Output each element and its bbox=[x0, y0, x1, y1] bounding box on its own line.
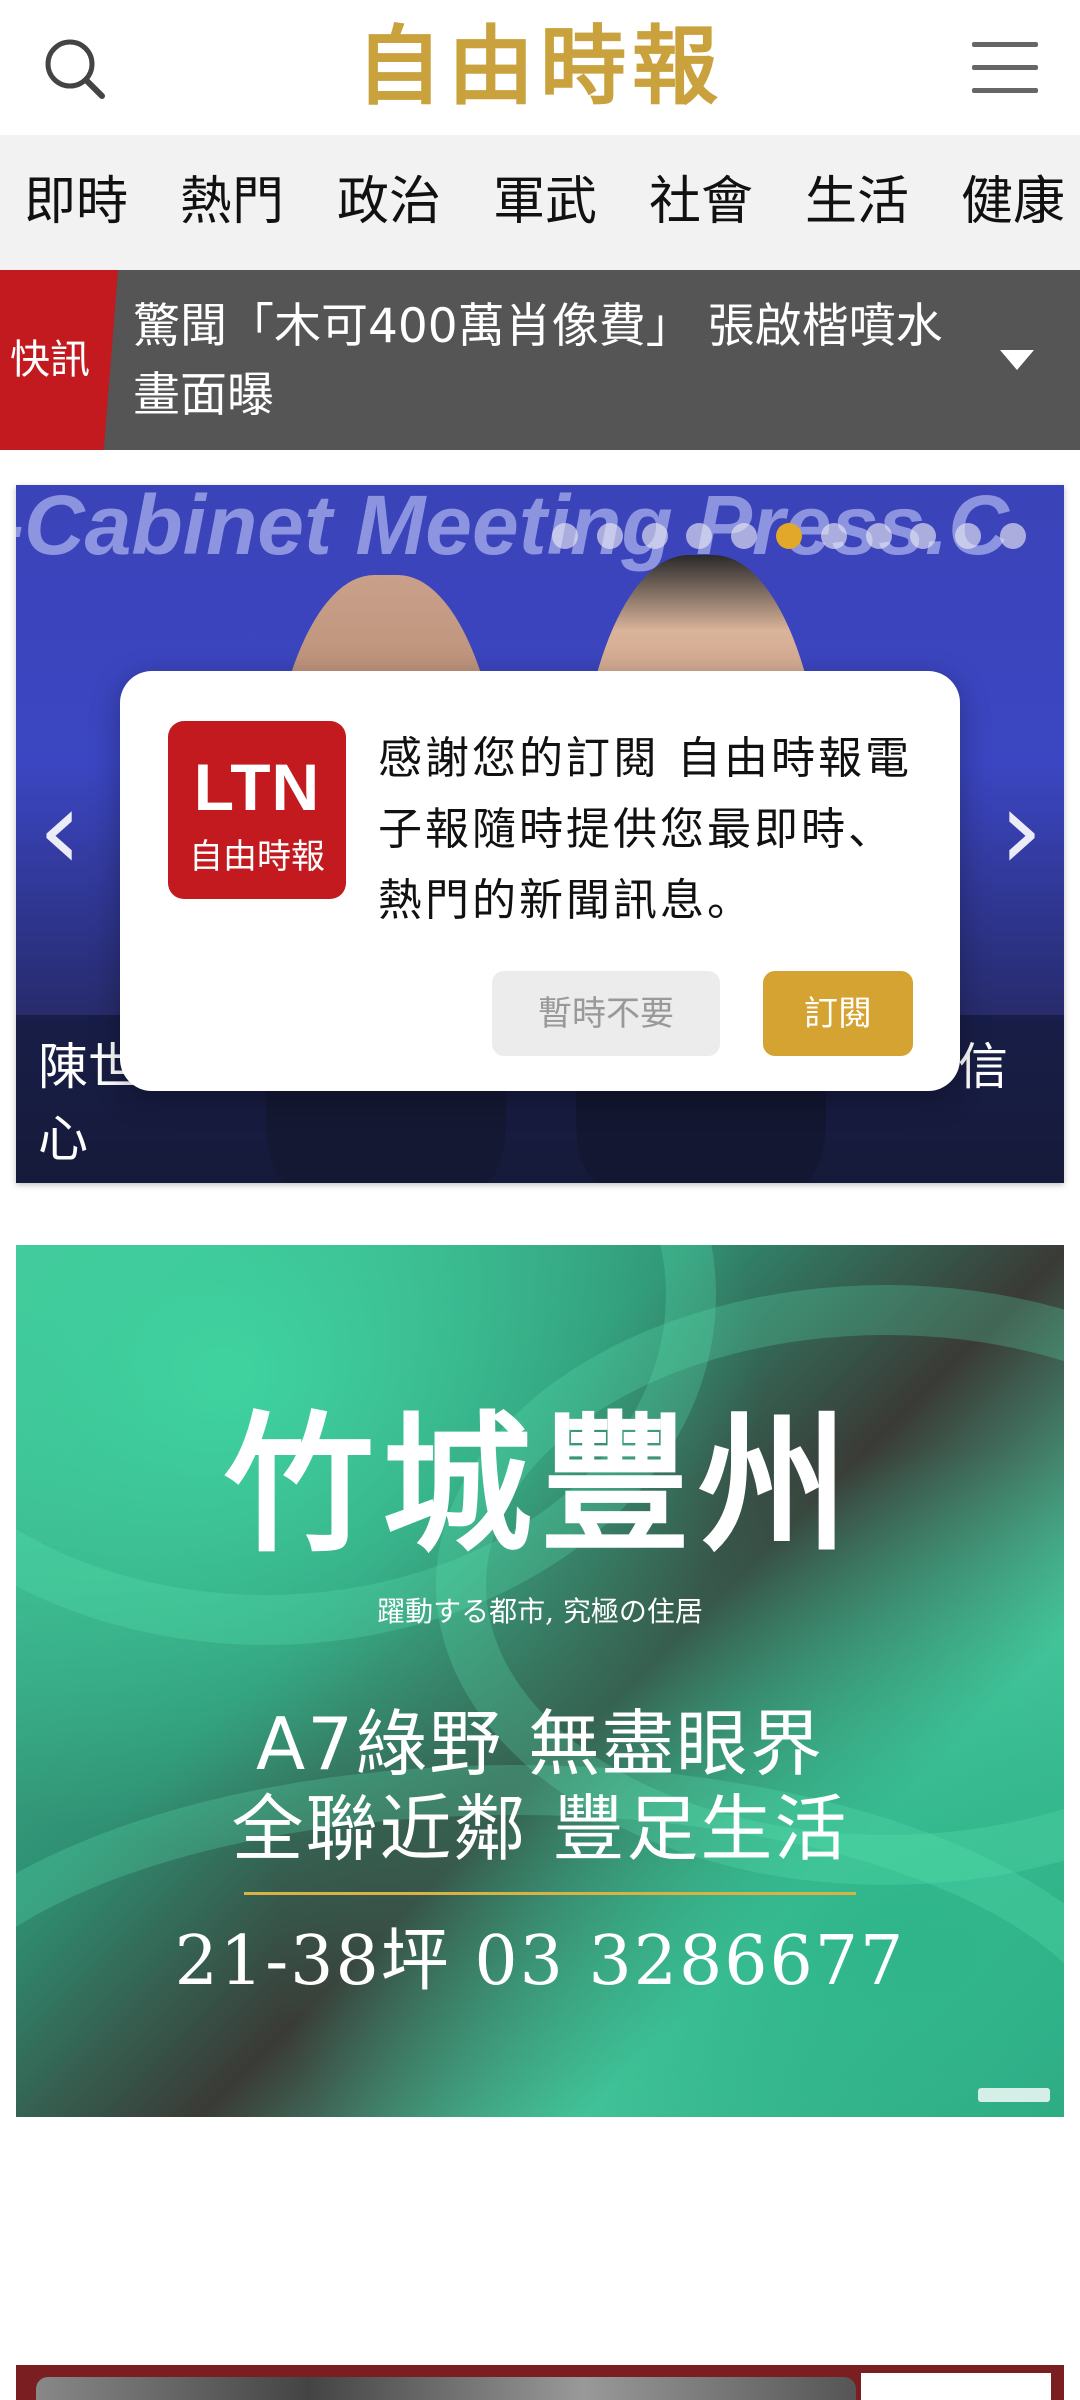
category-tab-society[interactable]: 社會 bbox=[649, 135, 753, 270]
category-nav: 即時 熱門 政治 軍武 社會 生活 健康 bbox=[0, 135, 1080, 270]
carousel-dot[interactable] bbox=[596, 523, 623, 549]
ad-line-3: 21-38坪 03 3286677 bbox=[174, 1922, 906, 2001]
ad-brand-mark bbox=[978, 2088, 1050, 2102]
ad-title: 竹城豐州 bbox=[223, 1397, 856, 1573]
hamburger-menu-icon[interactable] bbox=[972, 38, 1038, 98]
logo-name-text: 自由時報 bbox=[189, 837, 325, 877]
carousel-dot[interactable] bbox=[552, 523, 578, 549]
breaking-badge: 快訊 bbox=[0, 270, 118, 450]
logo-ltn-text: LTN bbox=[193, 750, 321, 824]
ad-subtitle: 躍動する都市, 究極の住居 bbox=[377, 1595, 703, 1628]
carousel-dot[interactable] bbox=[776, 523, 802, 549]
subscribe-button[interactable]: 訂閱 bbox=[763, 971, 913, 1056]
caption-line2: 心 bbox=[38, 1110, 88, 1168]
chevron-right-icon[interactable]: › bbox=[991, 770, 1051, 890]
carousel-dot[interactable] bbox=[1000, 523, 1026, 549]
caret-down-icon[interactable] bbox=[1000, 350, 1034, 370]
category-tab-military[interactable]: 軍武 bbox=[493, 135, 597, 270]
site-logo[interactable]: 自由時報 bbox=[340, 12, 740, 122]
carousel-dot[interactable] bbox=[641, 523, 668, 549]
category-tab-politics[interactable]: 政治 bbox=[337, 135, 441, 270]
carousel-dot[interactable] bbox=[731, 523, 758, 549]
category-tab-health[interactable]: 健康 bbox=[961, 135, 1065, 270]
category-tab-instant[interactable]: 即時 bbox=[24, 135, 128, 270]
next-article-card[interactable] bbox=[16, 2365, 1064, 2400]
next-article-label-box bbox=[861, 2373, 1051, 2400]
category-tab-hot[interactable]: 熱門 bbox=[180, 135, 284, 270]
ad-divider bbox=[244, 1892, 856, 1895]
breaking-badge-label: 快訊 bbox=[10, 337, 90, 383]
ltn-app-logo: LTN 自由時報 bbox=[168, 721, 346, 899]
next-article-thumbnail bbox=[36, 2377, 856, 2400]
carousel-dot[interactable] bbox=[686, 523, 713, 549]
breaking-headline[interactable]: 驚聞「木可400萬肖像費」 張啟楷噴水畫面曝 bbox=[133, 292, 973, 430]
breaking-news-bar[interactable]: 快訊 驚聞「木可400萬肖像費」 張啟楷噴水畫面曝 bbox=[0, 270, 1080, 450]
dialog-message: 感謝您的訂閱 自由時報電子報隨時提供您最即時、熱門的新聞訊息。 bbox=[378, 733, 912, 926]
caption-right: 信 bbox=[958, 1038, 1008, 1096]
search-icon[interactable] bbox=[40, 34, 110, 104]
subscription-dialog: LTN 自由時報 感謝您的訂閱 自由時報電子報隨時提供您最即時、熱門的新聞訊息。… bbox=[120, 671, 960, 1091]
advertisement-banner[interactable]: 竹城豐州 躍動する都市, 究極の住居 A7綠野 無盡眼界 全聯近鄰 豐足生活 2… bbox=[16, 1245, 1064, 2117]
carousel-dot[interactable] bbox=[820, 523, 847, 549]
carousel-pagination bbox=[16, 523, 1064, 553]
category-tab-life[interactable]: 生活 bbox=[805, 135, 909, 270]
top-header: 自由時報 bbox=[0, 0, 1080, 135]
chevron-left-icon[interactable]: ‹ bbox=[30, 770, 90, 890]
carousel-dot[interactable] bbox=[955, 523, 982, 549]
ad-line-2: 全聯近鄰 豐足生活 bbox=[231, 1787, 849, 1871]
carousel-dot[interactable] bbox=[910, 523, 937, 549]
not-now-button[interactable]: 暫時不要 bbox=[492, 971, 720, 1056]
carousel-dot[interactable] bbox=[865, 523, 892, 549]
